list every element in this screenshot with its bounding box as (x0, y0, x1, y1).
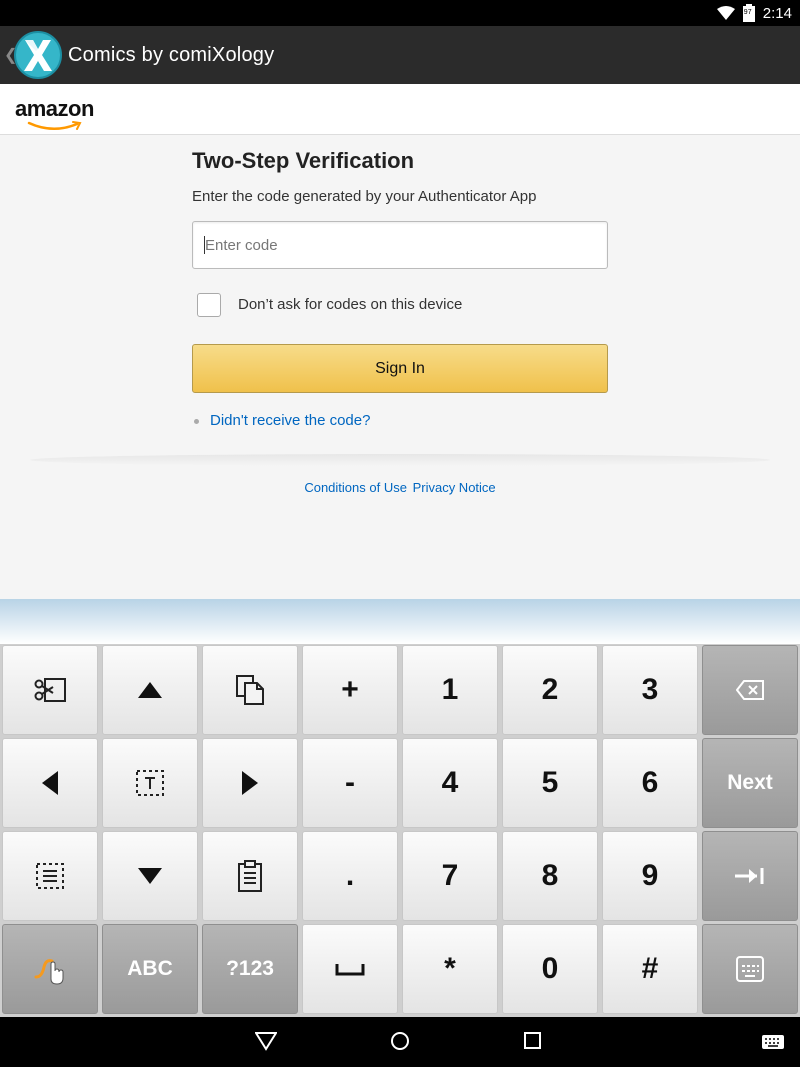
navigation-bar (0, 1017, 800, 1067)
privacy-notice-link[interactable]: Privacy Notice (413, 480, 496, 495)
code-input[interactable] (192, 221, 608, 269)
copy-icon (235, 674, 265, 706)
key-4[interactable]: 4 (402, 738, 498, 828)
key-1[interactable]: 1 (402, 645, 498, 735)
hash-key[interactable]: # (602, 924, 698, 1014)
key-7[interactable]: 7 (402, 831, 498, 921)
cut-key[interactable] (2, 645, 98, 735)
dot-key[interactable]: . (302, 831, 398, 921)
key-0[interactable]: 0 (502, 924, 598, 1014)
arrow-left-icon (42, 771, 58, 795)
select-all-icon (35, 862, 65, 890)
remember-device-label[interactable]: Don’t ask for codes on this device (238, 296, 462, 313)
select-key[interactable] (102, 738, 198, 828)
abc-key-label: ABC (127, 957, 173, 980)
battery-percent: 97 (743, 9, 752, 16)
app-title: Comics by comiXology (68, 43, 275, 66)
text-cursor (204, 236, 205, 254)
arrow-up-key[interactable] (102, 645, 198, 735)
space-icon (335, 962, 365, 976)
footer-links: Conditions of Use Privacy Notice (0, 480, 800, 495)
key-9[interactable]: 9 (602, 831, 698, 921)
section-divider (30, 454, 770, 466)
symbols-key-label: ?123 (226, 957, 274, 980)
copy-key[interactable] (202, 645, 298, 735)
amazon-header: amazon (0, 84, 800, 135)
clock: 2:14 (762, 4, 792, 22)
wifi-icon (716, 6, 735, 20)
back-chevron-icon[interactable]: ❮ (4, 45, 17, 65)
key-5[interactable]: 5 (502, 738, 598, 828)
arrow-up-icon (138, 682, 162, 698)
space-key[interactable] (302, 924, 398, 1014)
amazon-logo[interactable]: amazon (15, 96, 94, 130)
status-bar: 97 2:14 (0, 0, 800, 26)
swipe-key[interactable] (2, 924, 98, 1014)
page-title: Two-Step Verification (192, 148, 415, 173)
keyboard-switch-icon[interactable] (762, 1035, 784, 1054)
key-3[interactable]: 3 (602, 645, 698, 735)
key-8[interactable]: 8 (502, 831, 598, 921)
amazon-smile-icon (27, 121, 82, 130)
conditions-of-use-link[interactable]: Conditions of Use (304, 480, 407, 495)
verification-page: Two-Step Verification Enter the code gen… (0, 136, 800, 599)
status-icons: 97 2:14 (716, 0, 792, 26)
remember-device-checkbox[interactable] (197, 293, 221, 317)
bullet-icon (194, 419, 199, 424)
key-2[interactable]: 2 (502, 645, 598, 735)
star-key[interactable]: * (402, 924, 498, 1014)
keyboard-settings-icon (735, 955, 765, 983)
amazon-logo-text: amazon (15, 96, 94, 121)
arrow-down-key[interactable] (102, 831, 198, 921)
app-logo-icon[interactable] (14, 31, 62, 79)
select-icon (135, 769, 165, 797)
swipe-icon (34, 953, 66, 985)
back-nav-icon[interactable] (254, 1031, 278, 1056)
backspace-icon (736, 680, 764, 700)
next-key[interactable]: Next (702, 738, 798, 828)
symbols-key[interactable]: ?123 (202, 924, 298, 1014)
page-subtitle: Enter the code generated by your Authent… (192, 188, 537, 205)
minus-key[interactable]: - (302, 738, 398, 828)
keyboard-top-gradient (0, 599, 800, 644)
abc-key[interactable]: ABC (102, 924, 198, 1014)
select-all-key[interactable] (2, 831, 98, 921)
app-bar: ❮ Comics by comiXology (0, 26, 800, 84)
numeric-keyboard: + 1 2 3 - 4 5 6 Next . 7 8 9 ABC ?123 * … (0, 644, 800, 1017)
recents-nav-icon[interactable] (524, 1031, 542, 1056)
tab-key[interactable] (702, 831, 798, 921)
resend-code-link[interactable]: Didn't receive the code? (210, 412, 370, 429)
keyboard-settings-key[interactable] (702, 924, 798, 1014)
key-6[interactable]: 6 (602, 738, 698, 828)
tab-icon (735, 867, 765, 885)
arrow-down-icon (138, 868, 162, 884)
arrow-right-icon (242, 771, 258, 795)
home-nav-icon[interactable] (390, 1031, 410, 1056)
arrow-right-key[interactable] (202, 738, 298, 828)
battery-icon: 97 (742, 4, 755, 22)
cut-icon (33, 676, 67, 704)
next-key-label: Next (727, 771, 773, 794)
plus-key[interactable]: + (302, 645, 398, 735)
sign-in-button[interactable]: Sign In (192, 344, 608, 393)
paste-key[interactable] (202, 831, 298, 921)
arrow-left-key[interactable] (2, 738, 98, 828)
backspace-key[interactable] (702, 645, 798, 735)
paste-icon (237, 860, 263, 892)
